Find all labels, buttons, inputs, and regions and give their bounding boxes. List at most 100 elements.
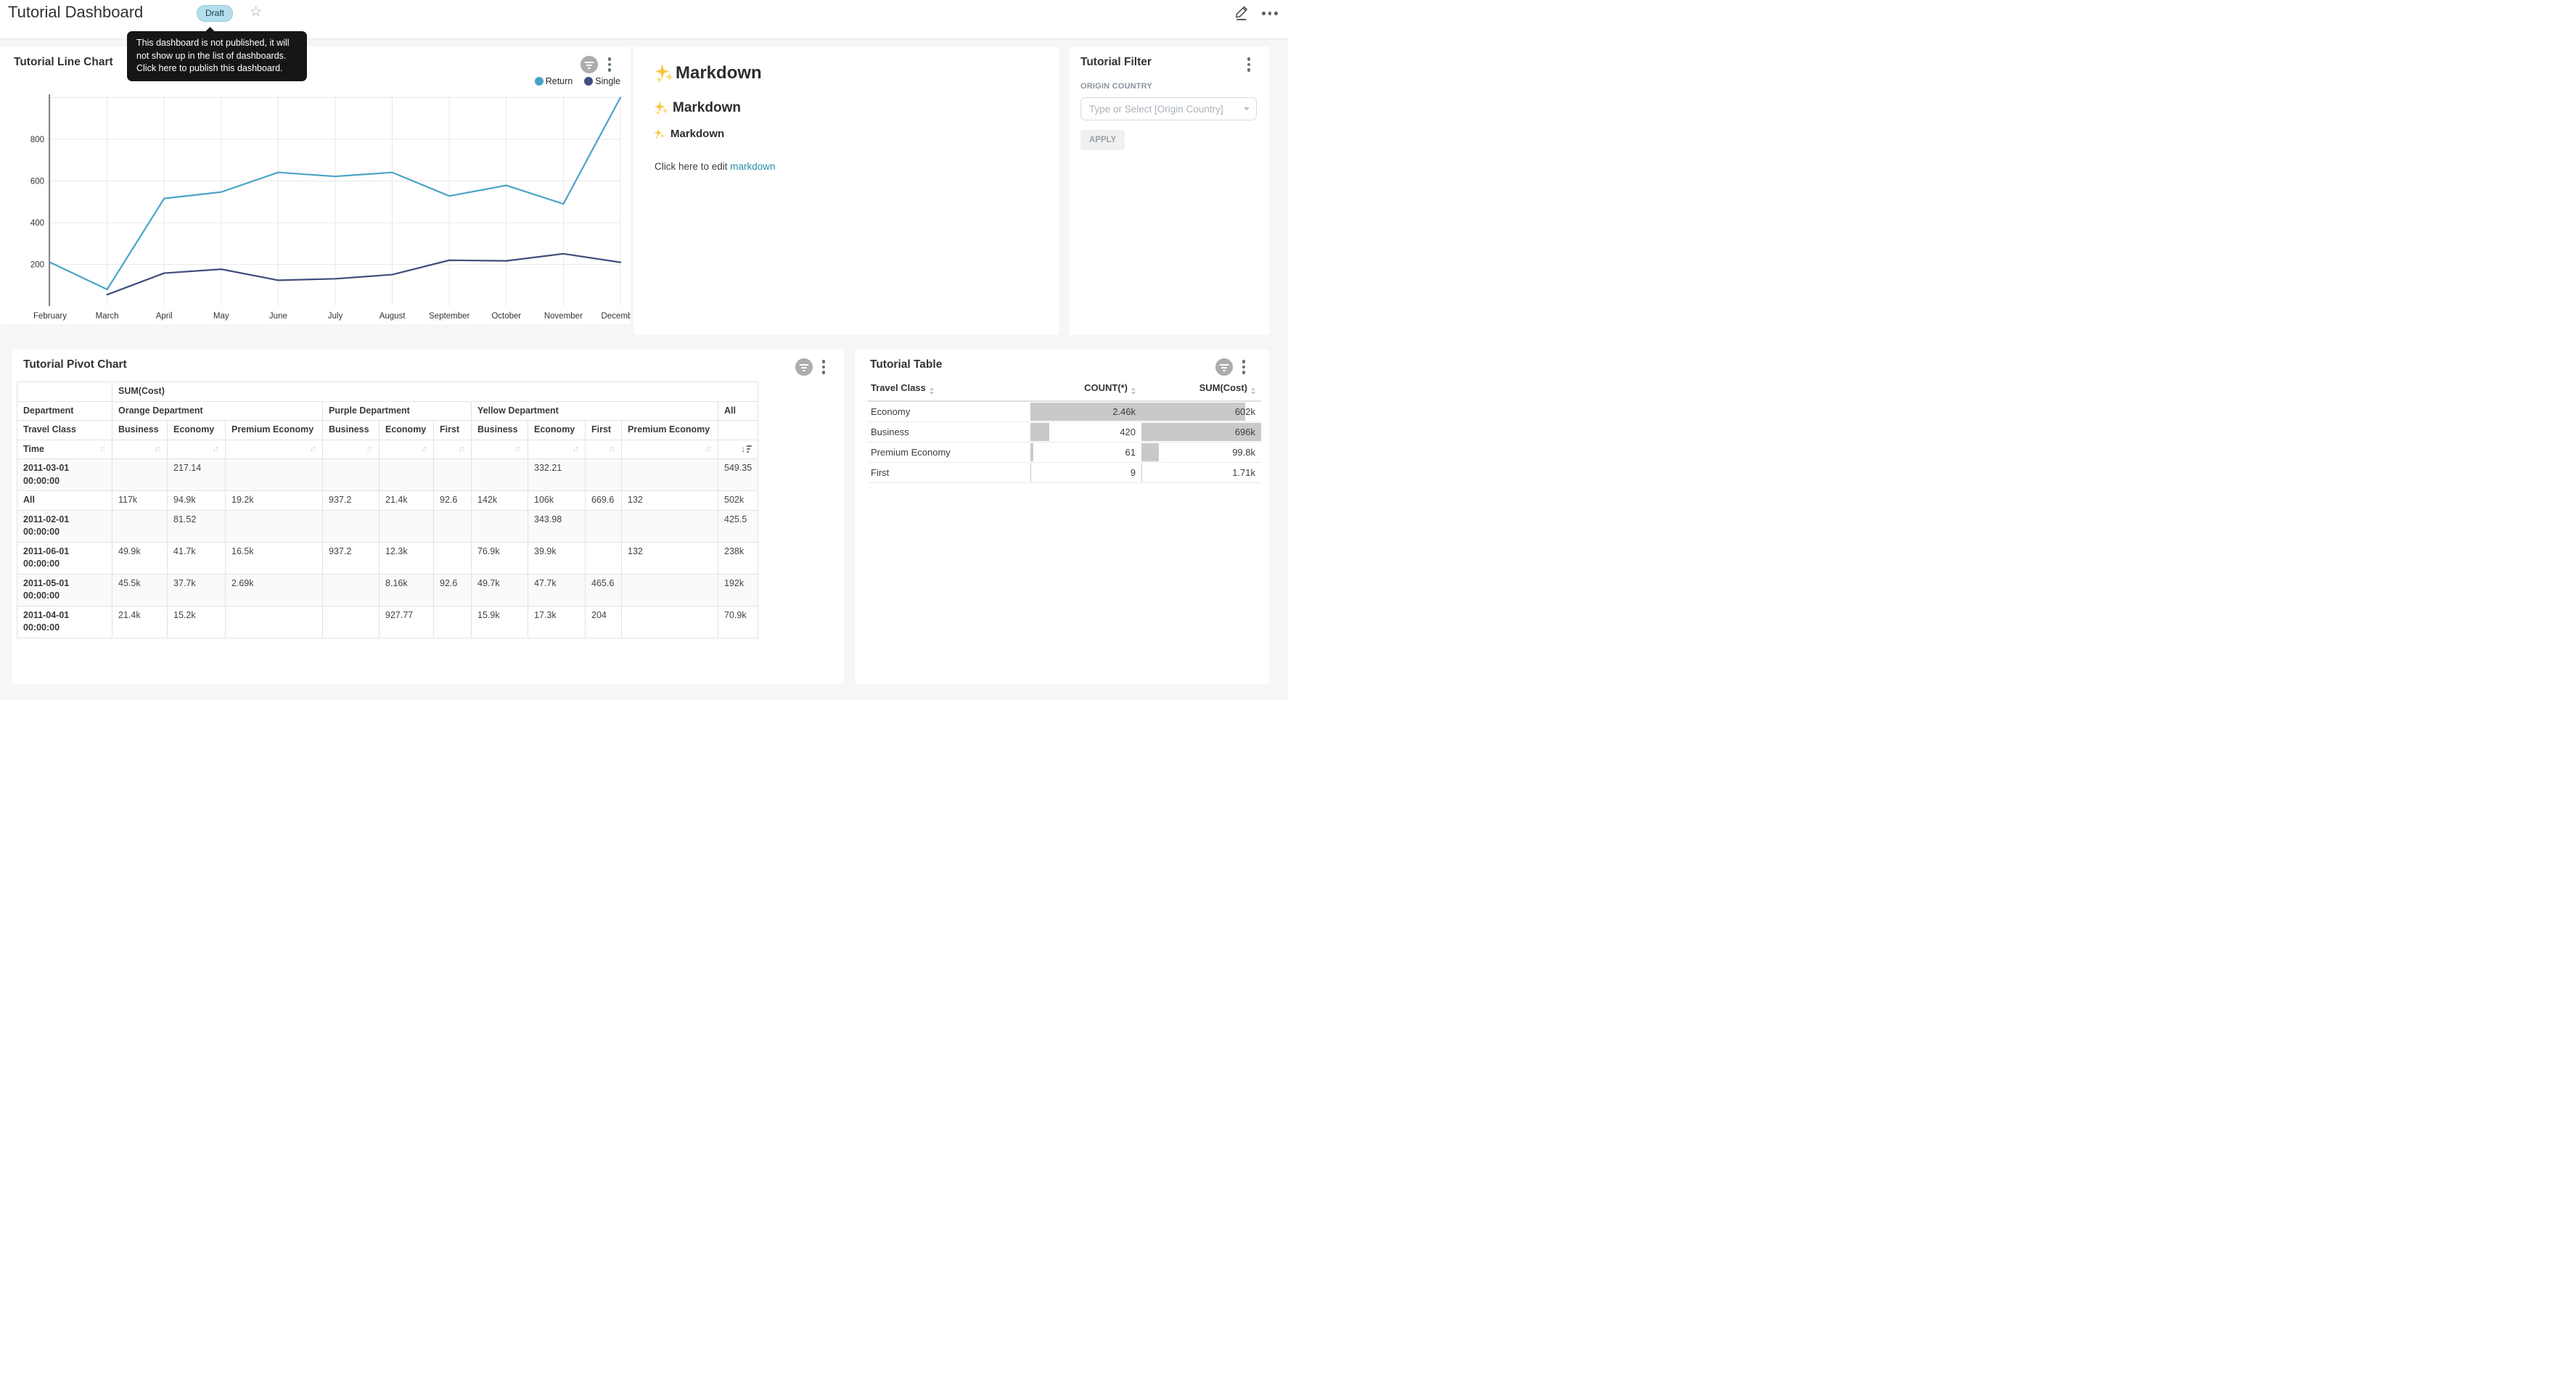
pivot-cell: 49.9k bbox=[112, 542, 168, 574]
col-header-sum-cost[interactable]: SUM(Cost) bbox=[1141, 378, 1261, 401]
sort-icon[interactable]: ↓↑ bbox=[366, 443, 374, 456]
pivot-cell: 15.2k bbox=[168, 606, 226, 638]
pivot-cell: 47.7k bbox=[528, 574, 586, 606]
pivot-cell bbox=[226, 459, 323, 491]
markdown-h2-text: Markdown bbox=[673, 100, 741, 116]
x-axis-tick: August bbox=[380, 312, 406, 321]
favorite-star-icon[interactable]: ☆ bbox=[250, 3, 262, 22]
pivot-class-header bbox=[718, 421, 758, 440]
pivot-sort-row: Time↓↑↓↑↓↑↓↑↓↑↓↑↓↑↓↑↓↑↓↑↓↑↓ bbox=[17, 440, 758, 459]
pivot-cell: 92.6 bbox=[434, 491, 472, 511]
pivot-class-label: Travel Class bbox=[17, 421, 112, 440]
apply-button[interactable]: APPLY bbox=[1080, 130, 1125, 150]
pivot-cell bbox=[622, 459, 718, 491]
col-header-travel-class[interactable]: Travel Class bbox=[868, 378, 1030, 401]
pivot-cell: 49.7k bbox=[472, 574, 528, 606]
sort-icon[interactable]: ↓↑ bbox=[421, 443, 428, 456]
more-options-icon[interactable] bbox=[819, 358, 829, 376]
table-row: Premium Economy6199.8k bbox=[868, 442, 1261, 463]
pivot-cell: 17.3k bbox=[528, 606, 586, 638]
cell-travel-class: First bbox=[868, 463, 1030, 483]
pivot-cell: 465.6 bbox=[586, 574, 622, 606]
origin-country-select[interactable]: Type or Select [Origin Country] bbox=[1080, 97, 1257, 120]
col-header-count[interactable]: COUNT(*) bbox=[1030, 378, 1141, 401]
filter-count-icon[interactable] bbox=[1215, 358, 1233, 376]
table-card: Tutorial Table Travel Class COUNT(*) SUM… bbox=[855, 349, 1269, 684]
sort-icon[interactable]: ↓↑ bbox=[459, 443, 466, 456]
sort-icon[interactable]: ↓↑ bbox=[155, 443, 162, 456]
pivot-chart-card: Tutorial Pivot Chart SUM(Cost)Department… bbox=[12, 349, 844, 684]
pivot-cell: 92.6 bbox=[434, 574, 472, 606]
value-bar bbox=[1030, 443, 1033, 461]
pivot-cell: 12.3k bbox=[380, 542, 434, 574]
pivot-row: All117k94.9k19.2k937.221.4k92.6142k106k6… bbox=[17, 491, 758, 511]
markdown-edit-link[interactable]: markdown bbox=[730, 161, 775, 172]
pivot-cell: 669.6 bbox=[586, 491, 622, 511]
pivot-cell: 332.21 bbox=[528, 459, 586, 491]
pivot-cell: 39.9k bbox=[528, 542, 586, 574]
sort-icon[interactable]: ↓↑ bbox=[213, 443, 220, 456]
value-bar bbox=[1141, 443, 1159, 461]
pivot-row-key: 2011-02-01 00:00:00 bbox=[17, 510, 112, 542]
table-title: Tutorial Table bbox=[870, 358, 942, 371]
y-axis-tick: 800 bbox=[30, 136, 44, 144]
pivot-class-header: First bbox=[434, 421, 472, 440]
y-axis-tick: 200 bbox=[30, 261, 44, 270]
cell-sum-cost: 99.8k bbox=[1141, 442, 1261, 463]
sort-icon[interactable]: ↓↑ bbox=[515, 443, 522, 456]
x-axis-tick: September bbox=[429, 312, 469, 321]
data-table: Travel Class COUNT(*) SUM(Cost) Economy2… bbox=[868, 378, 1261, 483]
pivot-cell: 15.9k bbox=[472, 606, 528, 638]
pivot-cell: 927.77 bbox=[380, 606, 434, 638]
more-options-icon[interactable] bbox=[1239, 358, 1249, 376]
filter-count-icon[interactable] bbox=[795, 358, 813, 376]
pivot-class-header: Business bbox=[323, 421, 380, 440]
markdown-paragraph-text: Click here to edit bbox=[655, 161, 730, 172]
pivot-class-header: Premium Economy bbox=[226, 421, 323, 440]
pivot-row-key: 2011-05-01 00:00:00 bbox=[17, 574, 112, 606]
pivot-cell bbox=[586, 542, 622, 574]
pivot-cell: 937.2 bbox=[323, 491, 380, 511]
edit-pencil-icon[interactable] bbox=[1234, 4, 1250, 21]
pivot-class-header: Business bbox=[112, 421, 168, 440]
more-options-icon[interactable] bbox=[1244, 56, 1254, 73]
sort-icon[interactable]: ↓↑ bbox=[609, 443, 616, 456]
sort-icon[interactable] bbox=[1131, 387, 1136, 395]
sort-icon[interactable]: ↓↑ bbox=[99, 443, 107, 456]
pivot-row: 2011-02-01 00:00:0081.52343.98425.5 bbox=[17, 510, 758, 542]
pivot-cell bbox=[226, 510, 323, 542]
cell-travel-class: Economy bbox=[868, 401, 1030, 422]
markdown-h2: Markdown bbox=[653, 100, 741, 116]
ellipsis-menu-icon[interactable] bbox=[1262, 12, 1278, 15]
pivot-cell: 70.9k bbox=[718, 606, 758, 638]
pivot-cell bbox=[434, 606, 472, 638]
tooltip-line: This dashboard is not published, it will bbox=[136, 37, 298, 50]
pivot-cell bbox=[112, 510, 168, 542]
sort-icon[interactable] bbox=[1251, 387, 1255, 395]
sort-icon[interactable] bbox=[930, 387, 934, 395]
pivot-metric-header: SUM(Cost) bbox=[112, 382, 758, 402]
pivot-cell bbox=[380, 459, 434, 491]
pivot-row-key: All bbox=[17, 491, 112, 511]
sort-icon[interactable]: ↓↑ bbox=[310, 443, 317, 456]
pivot-cell: 2.69k bbox=[226, 574, 323, 606]
pivot-cell: 502k bbox=[718, 491, 758, 511]
pivot-cell bbox=[622, 574, 718, 606]
pivot-cell: 132 bbox=[622, 542, 718, 574]
pivot-cell bbox=[323, 459, 380, 491]
sort-icon[interactable]: ↓↑ bbox=[705, 443, 713, 456]
pivot-cell bbox=[112, 459, 168, 491]
table-header-row: Travel Class COUNT(*) SUM(Cost) bbox=[868, 378, 1261, 401]
pivot-cell: 45.5k bbox=[112, 574, 168, 606]
x-axis-tick: April bbox=[156, 312, 173, 321]
pivot-title: Tutorial Pivot Chart bbox=[23, 358, 127, 371]
draft-badge[interactable]: Draft bbox=[197, 5, 233, 22]
sort-icon[interactable]: ↓↑ bbox=[573, 443, 580, 456]
pivot-cell bbox=[472, 459, 528, 491]
sort-desc-active-icon[interactable]: ↓ bbox=[741, 443, 752, 456]
dashboard-page: Tutorial Dashboard Draft ☆ This dashboar… bbox=[0, 0, 1288, 700]
pivot-class-row: Travel ClassBusinessEconomyPremium Econo… bbox=[17, 421, 758, 440]
pivot-cell: 343.98 bbox=[528, 510, 586, 542]
value-bar bbox=[1141, 403, 1245, 421]
pivot-cell: 117k bbox=[112, 491, 168, 511]
